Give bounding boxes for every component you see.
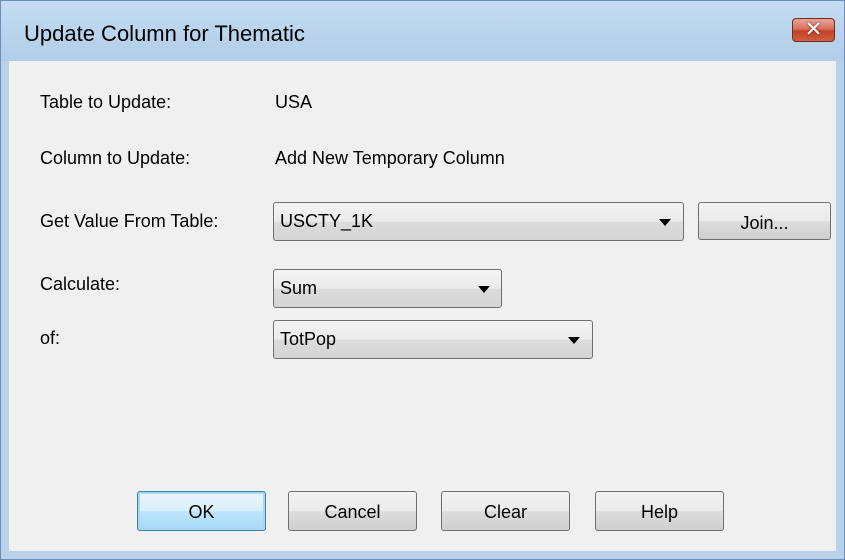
cancel-button[interactable]: Cancel: [288, 491, 417, 531]
clear-button-label: Clear: [483, 502, 527, 522]
chevron-down-icon: [478, 286, 490, 293]
get-value-from-table-dropdown[interactable]: USCTY_1K: [273, 202, 684, 241]
column-to-update-label: Column to Update:: [40, 148, 191, 168]
calculate-label: Calculate:: [40, 274, 121, 294]
get-value-from-table-selected: USCTY_1K: [280, 211, 374, 231]
table-to-update-label: Table to Update:: [40, 92, 172, 112]
calculate-dropdown[interactable]: Sum: [273, 269, 502, 308]
join-button-label: Join...: [740, 213, 789, 233]
of-label: of:: [40, 328, 61, 348]
dialog-body: Table to Update: USA Column to Update: A…: [9, 61, 836, 551]
dialog-window: Update Column for Thematic ✕ Table to Up…: [0, 0, 845, 560]
calculate-selected: Sum: [280, 278, 318, 298]
join-button[interactable]: Join...: [698, 202, 831, 240]
window-title: Update Column for Thematic: [24, 21, 305, 46]
title-bar[interactable]: Update Column for Thematic ✕: [1, 1, 844, 61]
help-button-label: Help: [640, 502, 679, 522]
chevron-down-icon: [659, 219, 671, 226]
close-icon: ✕: [804, 18, 823, 41]
clear-button[interactable]: Clear: [441, 491, 570, 531]
ok-button-label: OK: [188, 502, 215, 522]
cancel-button-label: Cancel: [324, 502, 381, 522]
of-column-selected: TotPop: [280, 329, 337, 349]
get-value-from-table-label: Get Value From Table:: [40, 211, 219, 231]
table-to-update-value: USA: [275, 92, 313, 112]
close-button[interactable]: ✕: [792, 18, 835, 42]
chevron-down-icon: [568, 337, 580, 344]
help-button[interactable]: Help: [595, 491, 724, 531]
ok-button[interactable]: OK: [137, 491, 266, 531]
column-to-update-value: Add New Temporary Column: [275, 148, 505, 168]
of-column-dropdown[interactable]: TotPop: [273, 320, 593, 359]
